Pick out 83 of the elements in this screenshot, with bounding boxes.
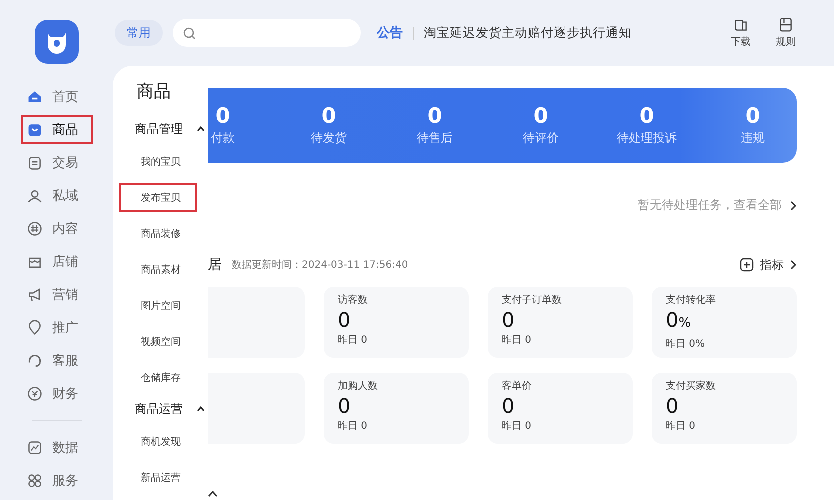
nav-item[interactable]: 服务 (20, 466, 92, 495)
chevron-icon (790, 260, 797, 270)
metric-comparison: 昨日 0 (502, 334, 533, 347)
metric-label: 支付买家数 (666, 380, 717, 393)
stat-label: 付款 (211, 130, 235, 147)
toolbar-button[interactable]: 下载 (721, 17, 761, 49)
toolbar-button[interactable]: 规则 (766, 17, 806, 49)
stat-value: 0 (534, 104, 548, 128)
submenu-item[interactable]: 我的宝贝 (119, 147, 197, 176)
stat-label: 待评价 (523, 130, 559, 147)
submenu-item[interactable]: 商品素材 (119, 255, 197, 284)
menu-title: 商品 (137, 81, 171, 103)
search-icon (183, 26, 196, 40)
hashtag-icon (26, 220, 42, 236)
submenu-item[interactable]: 商品装修 (119, 219, 197, 248)
metric-comparison: 昨日 0 (666, 420, 697, 433)
quick-access-button[interactable]: 常用 (115, 20, 163, 46)
bag-icon (26, 122, 42, 138)
metric-value: 0 (338, 393, 352, 419)
metric-label: 客单价 (502, 380, 533, 393)
logo[interactable] (34, 20, 78, 64)
book-icon (778, 17, 794, 33)
chevron-icon (790, 200, 797, 210)
nav-item[interactable]: 推广 (20, 313, 92, 342)
nav-item[interactable]: 营销 (20, 280, 92, 309)
notice-link[interactable]: 淘宝延迟发货主动赔付逐步执行通知 (424, 24, 632, 42)
stat-value: 0 (640, 104, 654, 128)
submenu-item[interactable]: 仓储库存 (119, 363, 197, 392)
metric-value: 0 (338, 307, 352, 333)
section-title: 居 (208, 256, 222, 274)
megaphone-icon (26, 286, 42, 302)
nav-item[interactable]: 店铺 (20, 247, 92, 276)
grid-icon (26, 472, 42, 488)
download-icon (733, 17, 749, 33)
caret-icon (208, 491, 218, 497)
headset-icon (26, 352, 42, 368)
metric-value: 0% (666, 307, 692, 334)
caret-icon (197, 406, 205, 412)
stat-value: 0 (428, 104, 442, 128)
submenu-item[interactable]: 图片空间 (119, 291, 197, 320)
submenu-item[interactable]: 视频空间 (119, 327, 197, 356)
metric-value: 0 (502, 393, 516, 419)
stat-label: 待发货 (311, 130, 347, 147)
metric-comparison: 昨日 0 (338, 334, 369, 347)
nav-item[interactable]: 商品 (20, 115, 92, 144)
document-icon (26, 154, 42, 170)
stat-label: 待售后 (417, 130, 453, 147)
stat-label: 违规 (741, 130, 765, 147)
stat-value: 0 (216, 104, 230, 128)
metric-comparison: 昨日 0% (666, 338, 706, 351)
chart-icon (26, 440, 42, 456)
nav-item[interactable]: 数据 (20, 433, 92, 462)
stat-value: 0 (746, 104, 760, 128)
nav-item[interactable]: 交易 (20, 148, 92, 177)
menu-group-header[interactable]: 商品管理 (135, 119, 208, 139)
nav-item[interactable]: 财务 (20, 379, 92, 408)
metric-comparison: 昨日 0 (502, 420, 533, 433)
metric-value: 0 (502, 307, 516, 333)
metric-comparison: 昨日 0 (338, 420, 369, 433)
location-pin-icon (26, 320, 42, 336)
metrics-button[interactable]: 指标 (740, 256, 797, 274)
search-field[interactable] (173, 19, 361, 47)
menu-group-header[interactable]: 商品运营 (135, 399, 208, 419)
metric-label: 访客数 (338, 294, 369, 307)
caret-icon (197, 126, 205, 132)
submenu-item[interactable]: 发布宝贝 (119, 183, 197, 212)
metric-label: 支付转化率 (666, 294, 717, 307)
notice-label: 公告 (377, 24, 403, 42)
update-time: 数据更新时间：2024-03-11 17:56:40 (232, 258, 408, 272)
stat-label: 待处理投诉 (617, 130, 677, 147)
metric-label: 加购人数 (338, 380, 379, 393)
nav-item[interactable]: 私域 (20, 181, 92, 210)
stat-value: 0 (322, 104, 336, 128)
metric-value: 0 (666, 393, 680, 419)
metric-label: 支付子订单数 (502, 294, 563, 307)
nav-item[interactable]: 内容 (20, 214, 92, 243)
person-icon (26, 188, 42, 204)
submenu-item[interactable]: 新品运营 (119, 463, 197, 492)
submenu-item[interactable]: 商机发现 (119, 427, 197, 456)
plus-icon (740, 258, 754, 272)
coin-icon (26, 386, 42, 402)
nav-item[interactable]: 客服 (20, 346, 92, 375)
nav-item[interactable]: 首页 (20, 82, 92, 111)
